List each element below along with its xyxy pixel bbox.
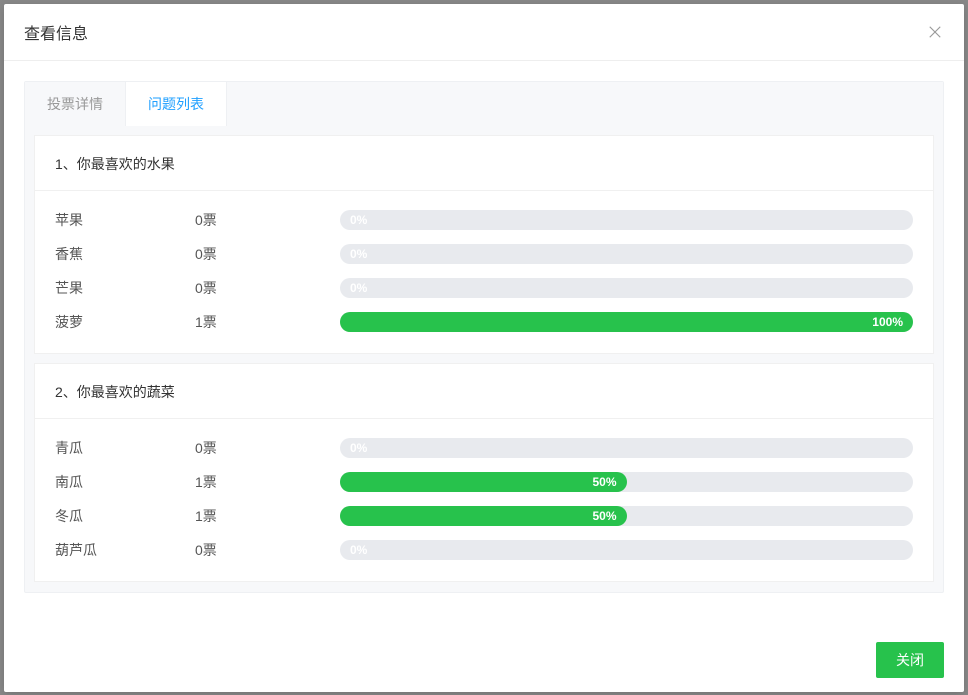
bar-fill: 50% xyxy=(340,506,627,526)
option-name: 香蕉 xyxy=(55,244,195,264)
tab-1[interactable]: 问题列表 xyxy=(126,82,227,126)
option-name: 芒果 xyxy=(55,278,195,298)
bar-percent-label: 0% xyxy=(350,543,367,557)
content-wrap: 投票详情问题列表 1、你最喜欢的水果苹果0票0%香蕉0票0%芒果0票0%菠萝1票… xyxy=(24,81,944,593)
option-count: 0票 xyxy=(195,438,340,458)
option-row: 南瓜1票 50% xyxy=(55,465,913,499)
option-count: 0票 xyxy=(195,540,340,560)
bar-track: 100% xyxy=(340,312,913,332)
bar-percent-label: 0% xyxy=(350,213,367,227)
bar-percent-label: 50% xyxy=(592,509,616,523)
modal-footer: 关闭 xyxy=(4,628,964,692)
option-bar: 50% xyxy=(340,472,913,492)
option-bar: 0% xyxy=(340,438,913,458)
bar-percent-label: 0% xyxy=(350,281,367,295)
option-row: 冬瓜1票 50% xyxy=(55,499,913,533)
tabs: 投票详情问题列表 xyxy=(25,82,943,126)
option-name: 葫芦瓜 xyxy=(55,540,195,560)
questions-container: 1、你最喜欢的水果苹果0票0%香蕉0票0%芒果0票0%菠萝1票100%2、你最喜… xyxy=(25,135,943,582)
option-bar: 0% xyxy=(340,244,913,264)
bar-track: 0% xyxy=(340,438,913,458)
option-bar: 50% xyxy=(340,506,913,526)
close-icon[interactable] xyxy=(926,23,944,41)
question-card: 1、你最喜欢的水果苹果0票0%香蕉0票0%芒果0票0%菠萝1票100% xyxy=(34,135,934,354)
bar-percent-label: 0% xyxy=(350,247,367,261)
option-count: 0票 xyxy=(195,210,340,230)
bar-fill: 100% xyxy=(340,312,913,332)
bar-percent-label: 0% xyxy=(350,441,367,455)
option-count: 0票 xyxy=(195,278,340,298)
option-bar: 100% xyxy=(340,312,913,332)
option-row: 苹果0票 0% xyxy=(55,203,913,237)
modal-header: 查看信息 xyxy=(4,4,964,61)
option-name: 南瓜 xyxy=(55,472,195,492)
options-list: 苹果0票0%香蕉0票0%芒果0票0%菠萝1票100% xyxy=(35,191,933,353)
tab-0[interactable]: 投票详情 xyxy=(25,82,126,126)
bar-track: 50% xyxy=(340,506,913,526)
close-button[interactable]: 关闭 xyxy=(876,642,944,678)
bar-percent-label: 100% xyxy=(872,315,903,329)
question-title: 1、你最喜欢的水果 xyxy=(35,136,933,191)
option-bar: 0% xyxy=(340,540,913,560)
modal-dialog: 查看信息 投票详情问题列表 1、你最喜欢的水果苹果0票0%香蕉0票0%芒果0票0… xyxy=(4,4,964,692)
option-count: 0票 xyxy=(195,244,340,264)
option-row: 香蕉0票 0% xyxy=(55,237,913,271)
option-row: 葫芦瓜0票 0% xyxy=(55,533,913,567)
option-name: 苹果 xyxy=(55,210,195,230)
option-count: 1票 xyxy=(195,506,340,526)
option-bar: 0% xyxy=(340,210,913,230)
options-list: 青瓜0票0%南瓜1票50%冬瓜1票50%葫芦瓜0票0% xyxy=(35,419,933,581)
option-name: 菠萝 xyxy=(55,312,195,332)
question-title: 2、你最喜欢的蔬菜 xyxy=(35,364,933,419)
bar-track: 0% xyxy=(340,210,913,230)
bar-fill: 50% xyxy=(340,472,627,492)
bar-track: 0% xyxy=(340,540,913,560)
bar-percent-label: 50% xyxy=(592,475,616,489)
option-row: 芒果0票 0% xyxy=(55,271,913,305)
option-row: 菠萝1票 100% xyxy=(55,305,913,339)
option-bar: 0% xyxy=(340,278,913,298)
option-row: 青瓜0票 0% xyxy=(55,431,913,465)
bar-track: 0% xyxy=(340,278,913,298)
bar-track: 50% xyxy=(340,472,913,492)
option-count: 1票 xyxy=(195,312,340,332)
option-name: 冬瓜 xyxy=(55,506,195,526)
question-card: 2、你最喜欢的蔬菜青瓜0票0%南瓜1票50%冬瓜1票50%葫芦瓜0票0% xyxy=(34,363,934,582)
bar-track: 0% xyxy=(340,244,913,264)
modal-title: 查看信息 xyxy=(24,20,88,44)
modal-body: 投票详情问题列表 1、你最喜欢的水果苹果0票0%香蕉0票0%芒果0票0%菠萝1票… xyxy=(4,61,964,628)
option-name: 青瓜 xyxy=(55,438,195,458)
option-count: 1票 xyxy=(195,472,340,492)
